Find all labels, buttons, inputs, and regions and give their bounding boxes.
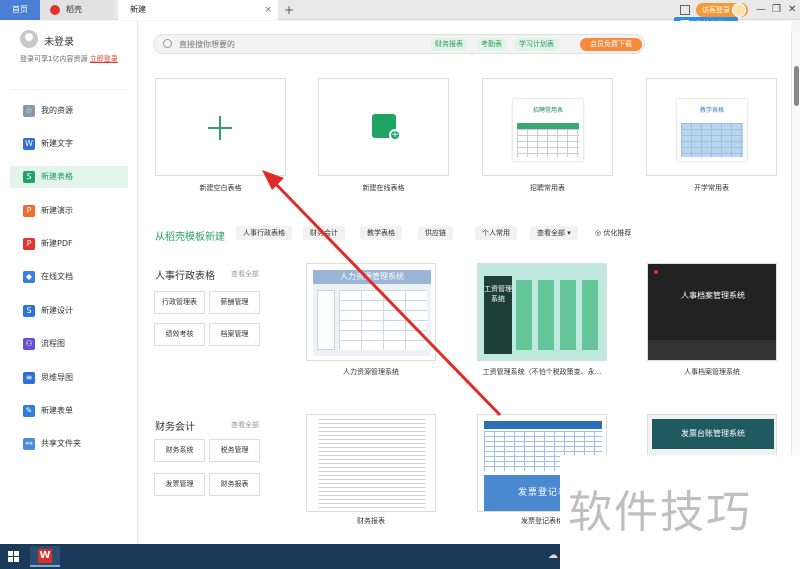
wps-logo-icon: W [38,549,52,563]
windows-start-icon[interactable] [8,551,20,563]
watermark-text: 软件技巧 [568,487,752,538]
wps-taskbar-button[interactable]: W [30,546,60,567]
arrow-shaft [268,176,502,417]
windows-taskbar: W ☁ [0,544,560,569]
wps-new-page: 首页 稻壳 新建 × + 访客登录 — ❐ ✕ 拖拽上传 未登录 登录可享1亿内… [0,0,800,569]
tray-cloud-icon[interactable]: ☁ [548,550,558,561]
